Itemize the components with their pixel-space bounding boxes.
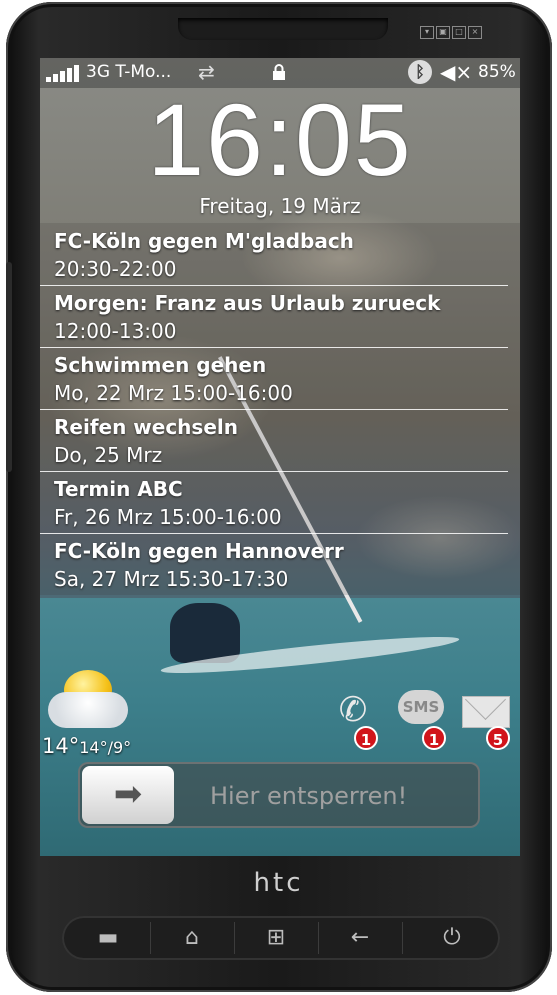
event-title: FC-Köln gegen M'gladbach bbox=[54, 229, 354, 253]
brand-logo: htc bbox=[253, 868, 304, 898]
lock-screen: 3G T-Mo... ⇄ ᛒ ◀× 85% 16:05 Freitag, 19 … bbox=[40, 58, 520, 856]
event-title: Morgen: Franz aus Urlaub zurueck bbox=[54, 291, 441, 315]
calendar-events-list: FC-Köln gegen M'gladbach 20:30-22:00 Mor… bbox=[40, 223, 520, 595]
mail-icon bbox=[462, 696, 510, 728]
event-title: Reifen wechseln bbox=[54, 415, 238, 439]
event-time: Do, 25 Mrz bbox=[54, 443, 163, 467]
event-title: Schwimmen gehen bbox=[54, 353, 267, 377]
current-temperature: 14° bbox=[42, 734, 80, 758]
home-button[interactable]: ⌂ bbox=[152, 916, 232, 960]
hardware-nav-bar: ▬ ⌂ ⊞ ← ⏻ bbox=[62, 916, 500, 960]
end-call-button[interactable]: ⏻ bbox=[412, 916, 492, 960]
windows-button[interactable]: ⊞ bbox=[236, 916, 316, 960]
lock-icon bbox=[273, 64, 285, 80]
unlock-arrow-icon[interactable]: ➡ bbox=[82, 766, 174, 824]
signal-strength-icon bbox=[46, 64, 84, 82]
sms-badge: 1 bbox=[422, 726, 446, 750]
temperature-range: 14°/9° bbox=[79, 738, 132, 757]
window-controls: ▾ ▣ □ × bbox=[420, 26, 482, 39]
calendar-event[interactable]: Schwimmen gehen Mo, 22 Mrz 15:00-16:00 bbox=[40, 347, 508, 410]
data-transfer-icon: ⇄ bbox=[198, 60, 215, 84]
cloud-icon bbox=[48, 692, 128, 728]
battery-percentage: 85% bbox=[478, 62, 516, 82]
event-time: Mo, 22 Mrz 15:00-16:00 bbox=[54, 381, 293, 405]
volume-muted-icon: ◀× bbox=[440, 60, 473, 84]
volume-rocker[interactable] bbox=[6, 262, 12, 472]
unlock-slider[interactable]: ➡ Hier entsperren! bbox=[78, 762, 480, 828]
sms-notification[interactable]: SMS 1 bbox=[396, 688, 446, 750]
clock-date: Freitag, 19 März bbox=[199, 194, 361, 218]
calendar-event[interactable]: FC-Köln gegen M'gladbach 20:30-22:00 bbox=[40, 223, 508, 286]
wallpaper-surfer bbox=[170, 603, 240, 663]
clock-time: 16:05 bbox=[147, 83, 413, 197]
event-time: 12:00-13:00 bbox=[54, 319, 177, 343]
weather-temperature: 14°14°/9° bbox=[42, 734, 131, 758]
minimize-icon[interactable]: ▾ bbox=[420, 26, 434, 39]
maximize-icon[interactable]: □ bbox=[452, 26, 466, 39]
restore-icon[interactable]: ▣ bbox=[436, 26, 450, 39]
missed-calls-badge: 1 bbox=[354, 726, 378, 750]
calendar-event[interactable]: FC-Köln gegen Hannoverr Sa, 27 Mrz 15:30… bbox=[40, 533, 508, 595]
partly-cloudy-icon[interactable] bbox=[48, 670, 128, 730]
event-time: Fr, 26 Mrz 15:00-16:00 bbox=[54, 505, 282, 529]
calendar-event[interactable]: Termin ABC Fr, 26 Mrz 15:00-16:00 bbox=[40, 471, 508, 534]
close-icon[interactable]: × bbox=[468, 26, 482, 39]
mail-notification[interactable]: 5 bbox=[460, 688, 510, 750]
missed-calls-notification[interactable]: ✆ 1 bbox=[328, 688, 378, 750]
calendar-event[interactable]: Morgen: Franz aus Urlaub zurueck 12:00-1… bbox=[40, 285, 508, 348]
sms-icon: SMS bbox=[398, 690, 444, 724]
bluetooth-icon: ᛒ bbox=[408, 60, 432, 84]
mail-badge: 5 bbox=[486, 726, 510, 750]
phone-icon: ✆ bbox=[338, 690, 368, 730]
carrier-label: 3G T-Mo... bbox=[86, 62, 172, 82]
unlock-label: Hier entsperren! bbox=[210, 782, 408, 810]
event-title: FC-Köln gegen Hannoverr bbox=[54, 539, 344, 563]
event-time: 20:30-22:00 bbox=[54, 257, 177, 281]
back-button[interactable]: ← bbox=[320, 916, 400, 960]
earpiece-speaker bbox=[178, 18, 388, 40]
event-title: Termin ABC bbox=[54, 477, 183, 501]
event-time: Sa, 27 Mrz 15:30-17:30 bbox=[54, 567, 289, 591]
call-button[interactable]: ▬ bbox=[68, 916, 148, 960]
calendar-event[interactable]: Reifen wechseln Do, 25 Mrz bbox=[40, 409, 508, 472]
